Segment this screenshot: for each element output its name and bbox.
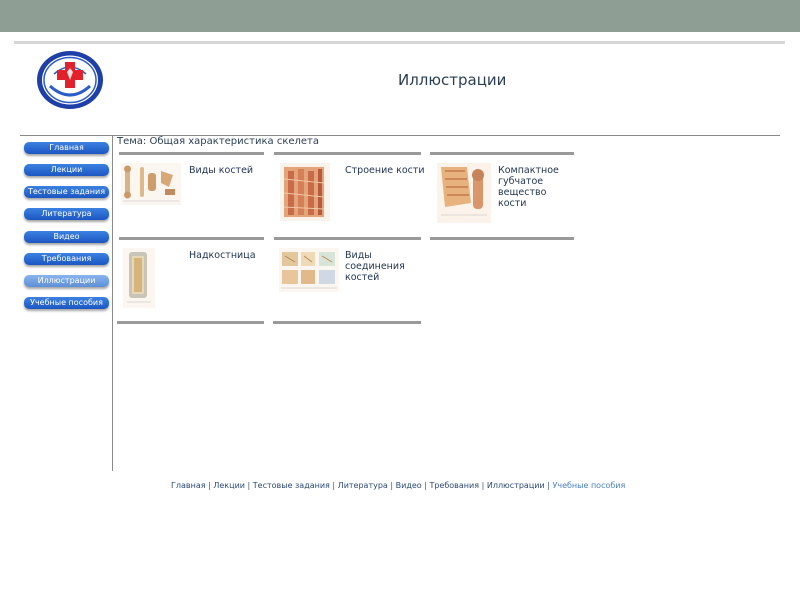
bone-types-thumbnail[interactable] <box>121 163 181 205</box>
footer-link-illustrations[interactable]: Иллюстрации <box>487 481 545 490</box>
footer-link-tests[interactable]: Тестовые задания <box>253 481 330 490</box>
nav-button-literature[interactable]: Литература <box>24 208 109 220</box>
bone-joints-thumbnail[interactable] <box>279 248 339 292</box>
topic-heading: Тема: Общая характеристика скелета <box>117 136 320 147</box>
nav-button-tests[interactable]: Тестовые задания <box>24 186 109 198</box>
bone-structure-thumbnail[interactable] <box>280 163 330 221</box>
footer-nav: Главная | Лекции | Тестовые задания | Ли… <box>171 481 625 490</box>
card-label-line: Компактное <box>498 165 559 176</box>
nav-button-illustrations[interactable]: Иллюстрации <box>24 275 109 287</box>
card-label-line: соединения <box>345 261 405 272</box>
card-top-line <box>119 152 264 155</box>
footer-link-video[interactable]: Видео <box>396 481 422 490</box>
nav-button-lectures[interactable]: Лекции <box>24 164 109 176</box>
card-bottom-line <box>119 237 264 240</box>
nav-button-video[interactable]: Видео <box>24 231 109 243</box>
card-bottom-line <box>117 321 264 324</box>
footer-link-textbooks[interactable]: Учебные пособия <box>552 481 625 490</box>
card-top-line <box>274 152 421 155</box>
card-label-line: вещество <box>498 187 547 198</box>
compact-spongy-thumbnail[interactable] <box>437 163 491 223</box>
card-bottom-line <box>274 237 421 240</box>
card-bottom-line <box>430 237 574 240</box>
card-bottom-line <box>273 321 421 324</box>
footer-link-requirements[interactable]: Требования <box>429 481 479 490</box>
footer-link-home[interactable]: Главная <box>171 481 206 490</box>
nav-button-requirements[interactable]: Требования <box>24 253 109 265</box>
card-label-line: кости <box>498 198 527 209</box>
card-label[interactable]: Строение кости <box>345 165 425 176</box>
periosteum-thumbnail[interactable] <box>123 248 155 308</box>
footer-link-lectures[interactable]: Лекции <box>213 481 245 490</box>
card-top-line <box>430 152 574 155</box>
nav-button-home[interactable]: Главная <box>24 142 109 154</box>
card-label[interactable]: Виды костей <box>189 165 253 176</box>
top-bar <box>0 0 800 32</box>
card-label[interactable]: Компактное губчатое вещество кости <box>498 165 559 209</box>
card-label-line: костей <box>345 272 380 283</box>
card-label[interactable]: Надкостница <box>189 250 256 261</box>
card-label-line: Виды <box>345 250 372 261</box>
card-label-line: губчатое <box>498 176 544 187</box>
footer-link-literature[interactable]: Литература <box>338 481 388 490</box>
sidebar-divider <box>112 136 113 471</box>
page-title: Иллюстрации <box>398 71 507 89</box>
card-label[interactable]: Виды соединения костей <box>345 250 405 283</box>
top-divider <box>14 41 785 44</box>
nav-button-textbooks[interactable]: Учебные пособия <box>24 297 109 309</box>
logo <box>37 51 103 109</box>
